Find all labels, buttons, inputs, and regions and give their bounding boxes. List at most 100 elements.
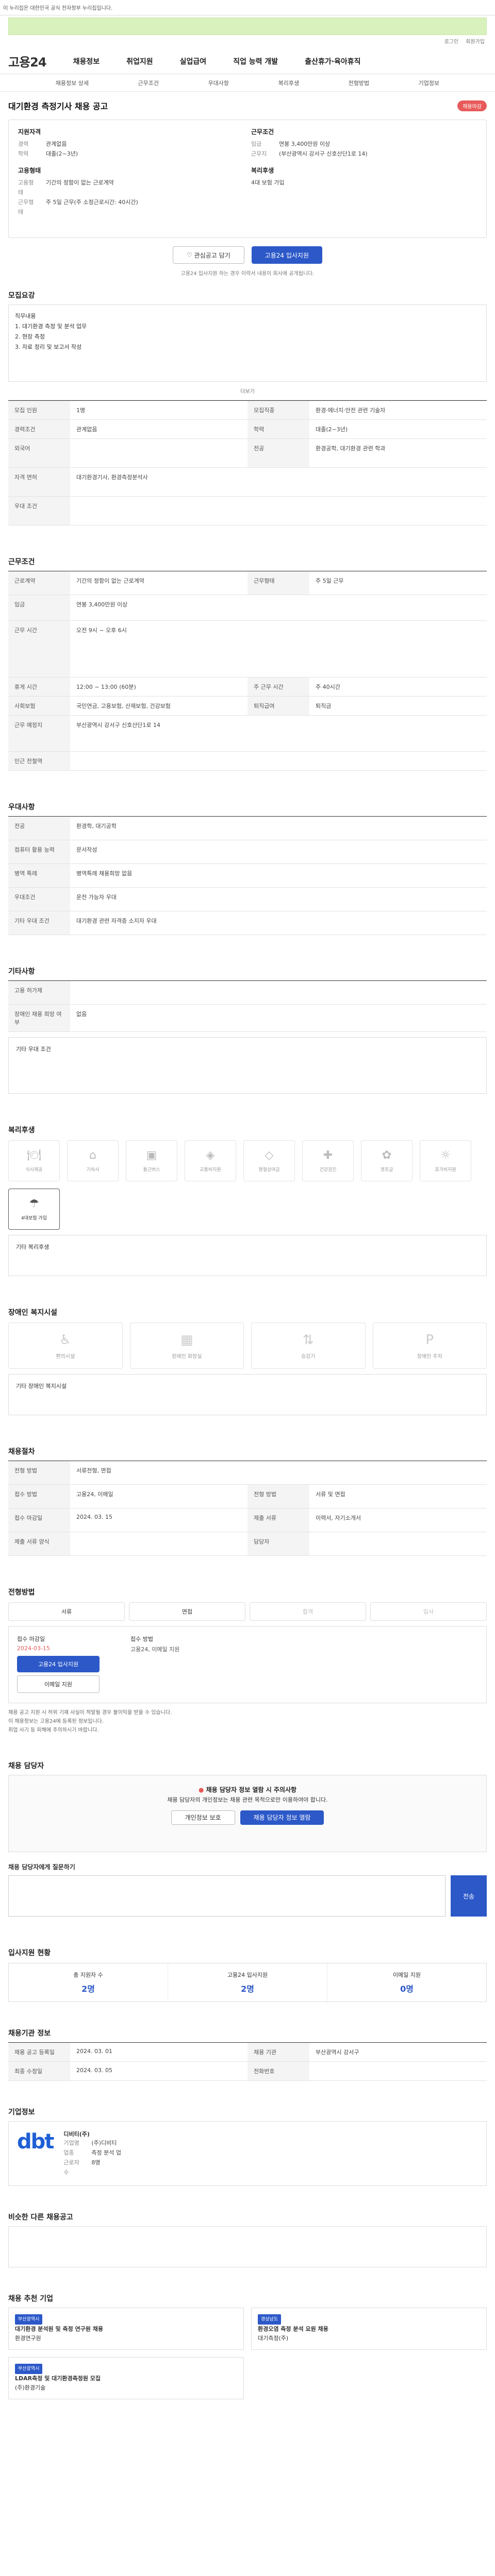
more-button[interactable]: 더보기 xyxy=(8,382,487,400)
facility-tile: ⇅ 승강기 xyxy=(251,1323,366,1369)
facility-tile: ▦ 장애인 화장실 xyxy=(129,1323,244,1369)
welfare-tile: 🍽 식사제공 xyxy=(8,1140,60,1181)
heart-icon: ♡ xyxy=(187,251,194,259)
elevator-icon: ⇅ xyxy=(302,1332,314,1348)
related-list: 부산광역시 대기환경 분석원 및 측정 연구원 채용 환경연구원 경상남도 환경오염 … xyxy=(8,2308,487,2399)
health-icon: ✚ xyxy=(323,1149,333,1162)
welfare-tile: ⌂ 기숙사 xyxy=(67,1140,119,1181)
section-title: 복리후생 xyxy=(8,1126,35,1134)
welfare-tile: ◇ 명절상여금 xyxy=(243,1140,295,1181)
duty-box: 직무내용 1. 대기환경 측정 및 분석 업무 2. 현장 측정 3. 자료 정리 및… xyxy=(8,304,487,382)
welfare-tile: ▣ 통근버스 xyxy=(126,1140,177,1181)
section-title: 장애인 복지시설 xyxy=(8,1309,58,1317)
other-table: 고용 허가제 장애인 채용 희망 여부 없음 xyxy=(8,980,487,1032)
main-nav: 고용24 채용정보 취업지원 실업급여 직업 능력 개발 출산휴가·육아휴직 xyxy=(0,48,495,74)
privacy-button[interactable]: 개인정보 보호 xyxy=(171,1810,235,1825)
section-title: 비슷한 다른 채용공고 xyxy=(8,2213,73,2222)
section-title: 기타사항 xyxy=(8,968,35,976)
view-contact-button[interactable]: 채용 담당자 정보 열람 xyxy=(240,1810,324,1825)
job-title: 대기환경 측정기사 채용 공고 xyxy=(8,101,108,111)
welfare-tile: ◈ 교통비지원 xyxy=(185,1140,236,1181)
apply-stats: 총 지원자 수 2명 고용24 입사지원 2명 이메일 지원 0명 xyxy=(8,1963,487,2002)
other-box: 기타 우대 조건 xyxy=(8,1037,487,1094)
related-card[interactable]: 부산광역시 대기환경 분석원 및 측정 연구원 채용 환경연구원 xyxy=(8,2308,244,2350)
section-title: 채용 담당자 xyxy=(8,1762,44,1770)
apply-online-button[interactable]: 고용24 입사지원 xyxy=(17,1656,100,1672)
gift-icon: ◇ xyxy=(265,1149,274,1162)
parking-icon: P xyxy=(425,1332,434,1348)
section-title: 전형방법 xyxy=(8,1588,35,1597)
section-title: 채용기관 정보 xyxy=(8,2029,51,2038)
related-card[interactable]: 경상남도 환경오염 측정 분석 요원 채용 대기측정(주) xyxy=(251,2308,487,2350)
welfare-tile: ☼ 휴가비지원 xyxy=(420,1140,471,1181)
car-icon: ◈ xyxy=(206,1149,215,1162)
toilet-icon: ▦ xyxy=(180,1332,193,1348)
company-card: dbt 디비티(주) 기업명 (주)디비티 업종 측정 분석 업 근로자 수 8명 xyxy=(8,2121,487,2186)
related-card[interactable]: 부산광역시 LDAR측정 및 대기환경측정원 모집 (주)환경기술 xyxy=(8,2357,244,2399)
info-table: 채용 공고 등록일 2024. 03. 01 채용 기관 부산광역시 강서구 최종 수… xyxy=(8,2042,487,2081)
nav-item[interactable]: 취업지원 xyxy=(126,56,153,66)
prefer-table: 전공 환경학, 대기공학 컴퓨터 활용 능력 문서작성 병역 특례 병역특례 채용희망… xyxy=(8,816,487,935)
subnav-item[interactable]: 복리후생 xyxy=(278,79,299,87)
facility-tile: P 장애인 주차 xyxy=(372,1323,487,1369)
detail-table: 모집 인원 1명 모집직종 환경·에너지·안전 관련 기술자 경력조건 관계없음 학력 대졸… xyxy=(8,400,487,526)
send-button[interactable]: 전송 xyxy=(451,1875,487,1917)
notice-list: 채용 공고 지원 시 허위 기재 사실이 적발될 경우 불이익을 받을 수 있습… xyxy=(8,1710,172,1733)
nav-item[interactable]: 직업 능력 개발 xyxy=(233,56,278,66)
question-title: 채용 담당자에게 질문하기 xyxy=(8,1863,75,1871)
wheelchair-icon: ♿ xyxy=(59,1332,72,1348)
welfare-icons: 🍽 식사제공 ⌂ 기숙사 ▣ 통근버스 ◈ 교통비지원 ◇ 명절상여금 ✚ 건강검진 ✿ 경조… xyxy=(8,1140,487,1230)
disabled-icons: ♿ 편의시설 ▦ 장애인 화장실 ⇅ 승강기 P 장애인 주차 xyxy=(8,1323,487,1369)
subnav-item[interactable]: 기업정보 xyxy=(419,79,439,87)
process-step: 합격 xyxy=(250,1602,366,1621)
summary-heading: 고용형태 xyxy=(18,167,41,174)
signup-link[interactable]: 회원가입 xyxy=(466,37,485,48)
save-job-button[interactable]: ♡ 관심공고 담기 xyxy=(173,246,244,264)
process-steps: 서류 면접 합격 입사 xyxy=(8,1602,487,1621)
nav-item[interactable]: 출산휴가·육아휴직 xyxy=(305,56,360,66)
summary-heading: 근무조건 xyxy=(251,128,274,135)
subnav-item[interactable]: 전형방법 xyxy=(349,79,369,87)
welfare-box: 기타 복리후생 xyxy=(8,1235,487,1276)
section-title: 입사지원 현황 xyxy=(8,1949,51,1957)
section-title: 모집요강 xyxy=(8,292,35,300)
subnav-item[interactable]: 근무조건 xyxy=(138,79,159,87)
status-badge: 채용마감 xyxy=(457,100,487,111)
nav-item[interactable]: 실업급여 xyxy=(180,56,207,66)
event-icon: ✿ xyxy=(382,1149,392,1162)
apply-box: 접수 마감일 2024-03-15 고용24 입사지원 이메일 지원 접수 방법… xyxy=(8,1626,487,1703)
section-title: 근무조건 xyxy=(8,558,35,566)
section-title: 채용절차 xyxy=(8,1448,35,1456)
condition-table: 근로계약 기간의 정함이 없는 근로계약 근무형태 주 5일 근무 임금 연봉 3,40… xyxy=(8,571,487,771)
disabled-box: 기타 장애인 복지시설 xyxy=(8,1374,487,1415)
related-empty xyxy=(8,2226,487,2267)
select-table: 전형 방법 서류전형, 면접 접수 방법 고용24, 이메일 전형 방법 서류 및 면접… xyxy=(8,1461,487,1556)
question-textarea[interactable] xyxy=(8,1875,446,1917)
process-step: 면접 xyxy=(129,1602,245,1621)
notice-banner[interactable] xyxy=(8,18,487,35)
warning-icon: ● xyxy=(198,1786,204,1793)
section-title: 우대사항 xyxy=(8,803,35,811)
job-summary: 지원자격 경력 관계없음 학력 대졸(2~3년) 고용형태 고용형태 기간의 정함이 … xyxy=(8,120,487,238)
subnav-item[interactable]: 우대사항 xyxy=(208,79,229,87)
facility-tile: ♿ 편의시설 xyxy=(8,1323,123,1369)
meal-icon: 🍽 xyxy=(27,1149,41,1162)
apply-email-button[interactable]: 이메일 지원 xyxy=(17,1675,100,1693)
login-link[interactable]: 로그인 xyxy=(444,37,459,48)
apply-note: 고용24 입사지원 하는 경우 이력서 내용이 회사에 공개됩니다. xyxy=(180,271,315,277)
welfare-tile-active: ☂ 4대보험 가입 xyxy=(8,1189,60,1230)
section-title: 기업정보 xyxy=(8,2108,35,2116)
site-logo[interactable]: 고용24 xyxy=(8,52,47,70)
summary-heading: 지원자격 xyxy=(18,128,41,135)
company-logo: dbt xyxy=(17,2130,54,2154)
apply-button[interactable]: 고용24 입사지원 xyxy=(251,246,322,264)
inquiry-alert: ● 채용 담당자 정보 열람 시 주의사항 채용 담당자의 개인정보는 채용 관… xyxy=(8,1775,487,1852)
welfare-tile: ✚ 건강검진 xyxy=(302,1140,354,1181)
subnav-item[interactable]: 채용정보 상세 xyxy=(56,79,89,87)
process-step: 서류 xyxy=(8,1602,125,1621)
nav-item[interactable]: 채용정보 xyxy=(73,56,100,66)
sub-nav: 채용정보 상세 근무조건 우대사항 복리후생 전형방법 기업정보 xyxy=(0,74,495,92)
insurance-icon: ☂ xyxy=(29,1197,39,1210)
util-bar: 로그인 회원가입 xyxy=(0,37,495,48)
summary-heading: 복리후생 xyxy=(251,167,274,174)
